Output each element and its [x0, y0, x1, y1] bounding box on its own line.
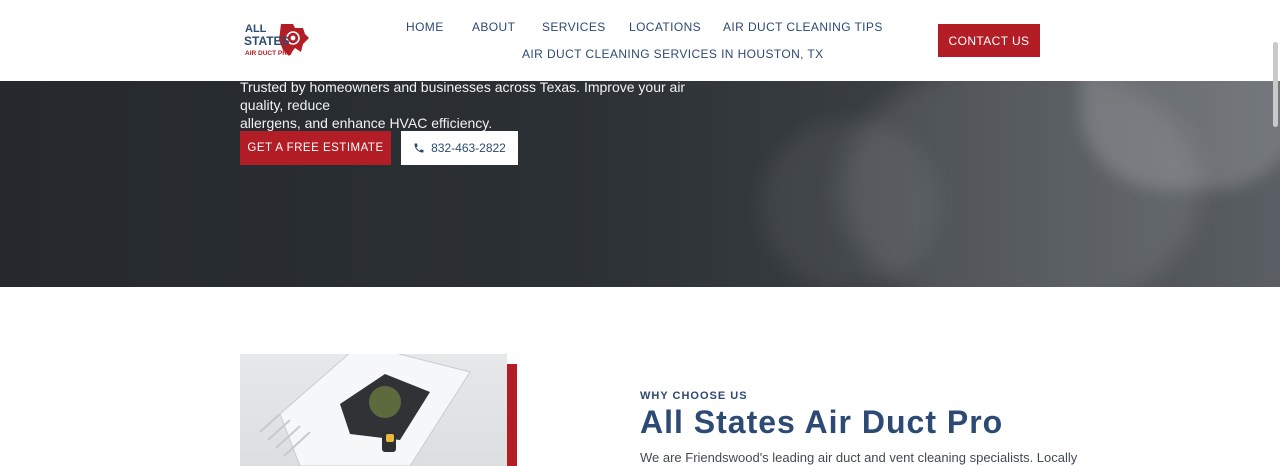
nav-link-about[interactable]: ABOUT [472, 20, 515, 34]
logo-mark: ALL STATES AIR DUCT PRO [244, 23, 309, 57]
nav-link-services[interactable]: SERVICES [542, 20, 606, 34]
section-title: All States Air Duct Pro [640, 404, 1004, 440]
site-header: ALL STATES AIR DUCT PRO HOME ABOUT SERVI… [0, 0, 1280, 81]
hero-description-line-1: Trusted by homeowners and businesses acr… [240, 79, 686, 113]
site-logo[interactable]: ALL STATES AIR DUCT PRO [243, 20, 311, 58]
ceiling-vent-illustration [259, 354, 471, 466]
nav-link-locations[interactable]: LOCATIONS [629, 20, 701, 34]
hero-description-line-2: allergens, and enhance HVAC efficiency. [240, 115, 493, 131]
phone-number: 832-463-2822 [431, 141, 506, 155]
nav-link-home[interactable]: HOME [406, 20, 444, 34]
page-scrollbar[interactable] [1273, 42, 1278, 127]
contact-us-button[interactable]: CONTACT US [938, 24, 1040, 57]
svg-text:STATES: STATES [244, 34, 290, 48]
phone-call-button[interactable]: 832-463-2822 [401, 131, 518, 165]
get-free-estimate-button[interactable]: GET A FREE ESTIMATE [240, 131, 391, 165]
section-body-text: We are Friendswood's leading air duct an… [640, 450, 1078, 465]
hero-background-shade [760, 120, 940, 287]
hero-description: Trusted by homeowners and businesses acr… [240, 78, 720, 132]
nav-link-houston-services[interactable]: AIR DUCT CLEANING SERVICES IN HOUSTON, T… [522, 47, 824, 61]
phone-icon [414, 143, 424, 153]
nav-link-air-duct-cleaning-tips[interactable]: AIR DUCT CLEANING TIPS [723, 20, 883, 34]
section-eyebrow: WHY CHOOSE US [640, 390, 748, 402]
svg-text:AIR DUCT PRO: AIR DUCT PRO [245, 50, 292, 57]
technician-photo [240, 354, 507, 466]
